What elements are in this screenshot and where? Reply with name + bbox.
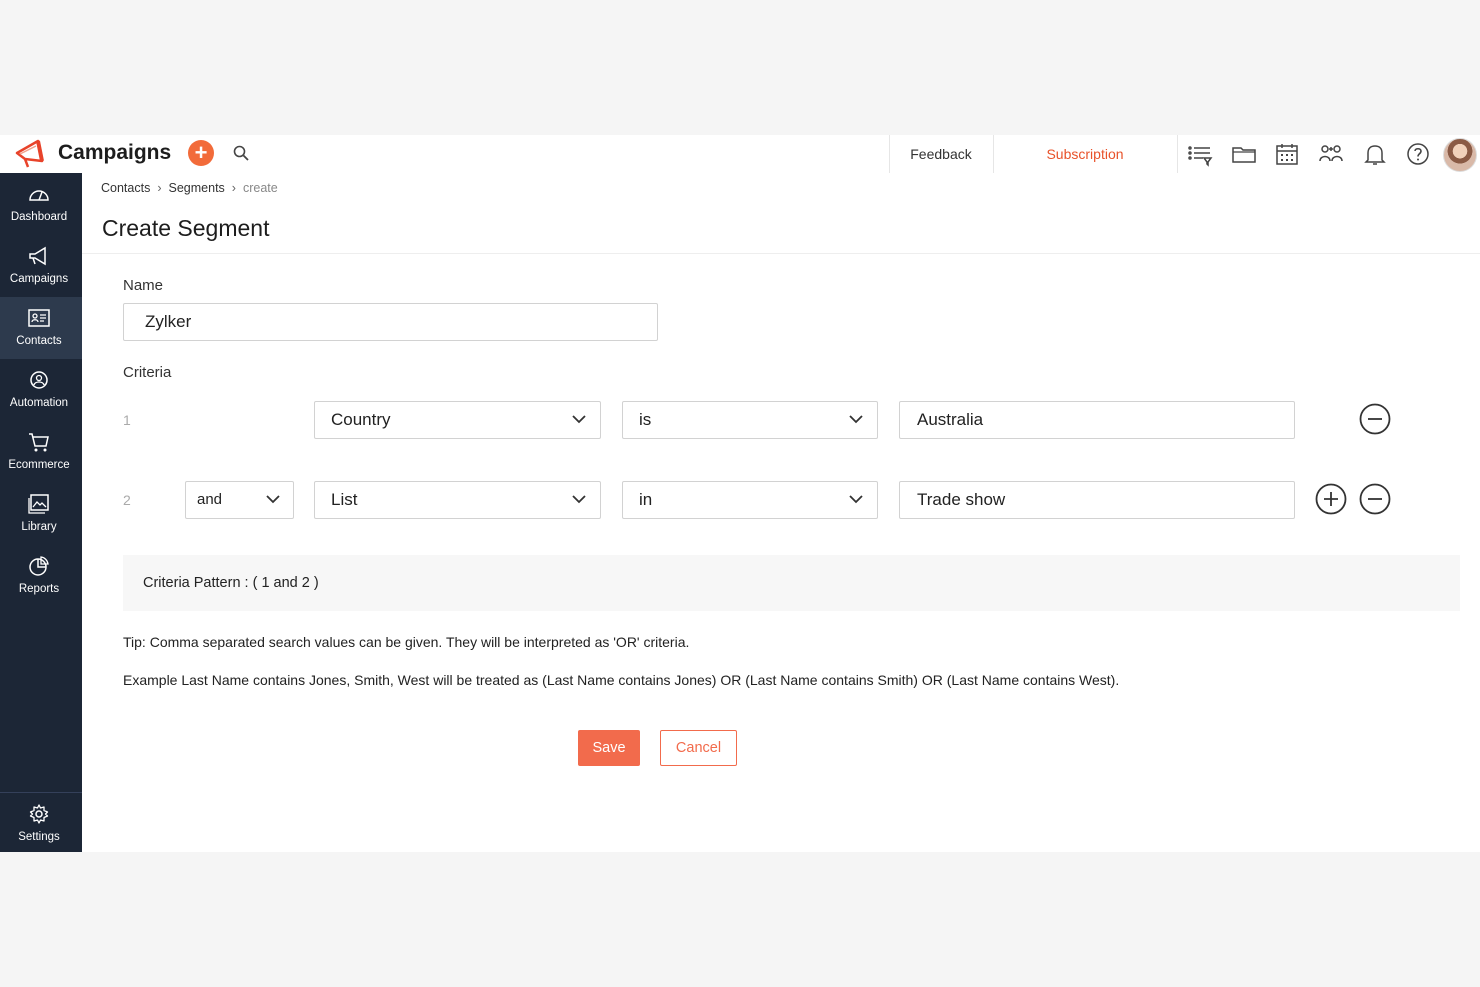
automation-icon [30, 371, 48, 389]
chevron-down-icon [849, 415, 863, 424]
sidebar-item-label: Campaigns [9, 273, 69, 285]
sidebar-item-label: Settings [18, 831, 60, 843]
calendar-icon[interactable] [1274, 141, 1300, 167]
select-value: is [639, 410, 652, 429]
sidebar-item-settings[interactable]: Settings [0, 793, 82, 855]
select-value: and [197, 491, 223, 508]
chevron-down-icon [266, 495, 280, 504]
divider [1177, 135, 1178, 173]
criteria-value-input[interactable]: Trade show [899, 481, 1295, 519]
sidebar-item-label: Reports [18, 583, 60, 595]
select-value: Country [331, 410, 391, 429]
list-filter-icon[interactable] [1187, 141, 1213, 167]
quick-add-button[interactable]: + [188, 140, 214, 166]
criteria-pattern-box: Criteria Pattern : ( 1 and 2 ) [123, 555, 1460, 611]
breadcrumb: Contacts › Segments › create [101, 181, 278, 195]
sidebar-item-label: Contacts [16, 335, 62, 347]
feedback-link[interactable]: Feedback [890, 135, 992, 173]
remove-criteria-icon[interactable] [1359, 483, 1391, 515]
sidebar-item-label: Dashboard [10, 211, 68, 223]
main-content: Contacts › Segments › create Create Segment … [82, 173, 1480, 852]
sidebar-item-dashboard[interactable]: Dashboard [0, 173, 82, 235]
criteria-field-select[interactable]: Country [314, 401, 601, 439]
subscription-link[interactable]: Subscription [994, 135, 1176, 173]
save-button[interactable]: Save [578, 730, 640, 766]
sidebar: Dashboard Campaigns Contacts Automation … [0, 173, 82, 852]
example-text: Example Last Name contains Jones, Smith,… [123, 672, 1120, 688]
breadcrumb-current: create [242, 181, 278, 195]
notification-bell-icon[interactable] [1362, 141, 1388, 167]
criteria-field-select[interactable]: List [314, 481, 601, 519]
user-avatar[interactable] [1443, 138, 1477, 172]
cart-icon [29, 433, 49, 452]
remove-criteria-icon[interactable] [1359, 403, 1391, 435]
criteria-operator-select[interactable]: is [622, 401, 878, 439]
breadcrumb-segments[interactable]: Segments [169, 181, 225, 195]
sidebar-item-reports[interactable]: Reports [0, 545, 82, 607]
criteria-operator-select[interactable]: in [622, 481, 878, 519]
criteria-connector-select[interactable]: and [185, 481, 294, 519]
sidebar-item-campaigns[interactable]: Campaigns [0, 235, 82, 297]
divider [82, 253, 1480, 254]
criteria-value-input[interactable]: Australia [899, 401, 1295, 439]
breadcrumb-contacts[interactable]: Contacts [101, 181, 150, 195]
add-criteria-icon[interactable] [1315, 483, 1347, 515]
campaigns-logo-icon[interactable] [14, 137, 48, 169]
select-value: List [331, 490, 358, 509]
chevron-right-icon: › [231, 181, 236, 195]
sidebar-item-automation[interactable]: Automation [0, 359, 82, 421]
sidebar-item-label: Automation [9, 397, 69, 409]
name-label: Name [123, 277, 164, 294]
chevron-right-icon: › [157, 181, 162, 195]
sidebar-item-library[interactable]: Library [0, 483, 82, 545]
criteria-pattern-text: Criteria Pattern : ( 1 and 2 ) [143, 575, 319, 591]
select-value: in [639, 490, 653, 509]
chevron-down-icon [849, 495, 863, 504]
search-icon[interactable] [232, 144, 250, 162]
chevron-down-icon [572, 415, 586, 424]
help-icon[interactable] [1405, 141, 1431, 167]
segment-name-input[interactable]: Zylker [123, 303, 658, 341]
criteria-label: Criteria [123, 364, 172, 381]
page-title: Create Segment [102, 215, 270, 241]
sidebar-item-label: Library [21, 521, 57, 533]
chevron-down-icon [572, 495, 586, 504]
top-bar: Campaigns + Feedback Subscription [0, 135, 1480, 174]
megaphone-icon [29, 246, 46, 266]
criteria-row-number: 2 [123, 492, 131, 508]
sidebar-item-ecommerce[interactable]: Ecommerce [0, 421, 82, 483]
image-library-icon [28, 494, 49, 514]
app-title: Campaigns [58, 141, 172, 164]
app-window: Campaigns + Feedback Subscription Dashbo… [0, 135, 1480, 852]
sidebar-item-contacts[interactable]: Contacts [0, 297, 82, 359]
contact-card-icon [28, 309, 50, 327]
criteria-row-number: 1 [123, 412, 131, 428]
sidebar-item-label: Ecommerce [8, 459, 70, 471]
users-icon[interactable] [1318, 141, 1344, 167]
tip-text: Tip: Comma separated search values can b… [123, 634, 690, 650]
pie-chart-icon [29, 556, 49, 576]
cancel-button[interactable]: Cancel [660, 730, 737, 766]
gear-icon [29, 804, 49, 824]
folder-icon[interactable] [1231, 141, 1257, 167]
dashboard-icon [29, 190, 49, 201]
